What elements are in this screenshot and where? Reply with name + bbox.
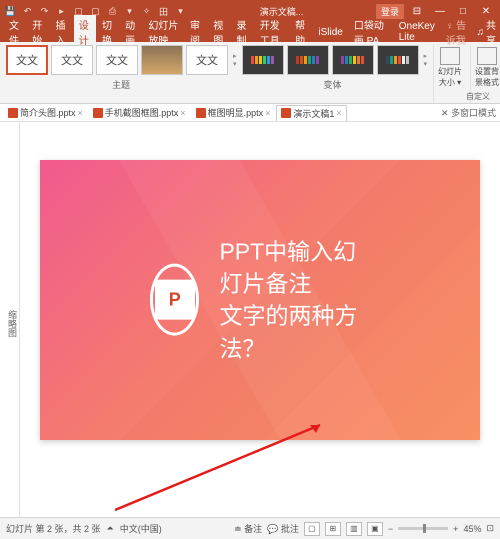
ribbon-design-body: 文文 文文 文文 文文 ▸▾ ▸▾ 主题变体 幻灯片 大小 ▾ 设置背 景格式 … — [0, 42, 500, 104]
theme-thumb[interactable] — [141, 45, 183, 75]
variant-thumb[interactable] — [377, 45, 419, 75]
tab-record[interactable]: 录制 — [231, 15, 253, 49]
tab-help[interactable]: 帮助 — [290, 15, 312, 49]
variants-group-label: 变体 — [236, 78, 429, 91]
share-button[interactable]: ♫ 共享 — [477, 17, 497, 47]
new-icon[interactable]: ▢ — [72, 5, 85, 18]
tab-islide[interactable]: iSlide — [313, 25, 347, 40]
status-bar: 幻灯片 第 2 张，共 2 张 ⏶ 中文(中国) ≐ 备注 💬 批注 ▢ ⊞ ▥… — [0, 517, 500, 539]
notes-button[interactable]: ≐ 备注 — [234, 522, 262, 535]
file-tab[interactable]: 框图明显.pptx × — [192, 105, 275, 121]
open-files-bar: 简介头图.pptx ×手机截图框图.pptx ×框图明显.pptx ×演示文稿1… — [0, 104, 500, 122]
variant-thumb[interactable] — [287, 45, 329, 75]
theme-thumb[interactable]: 文文 — [51, 45, 93, 75]
tab-insert[interactable]: 插入 — [50, 15, 72, 49]
close-file-icon[interactable]: × — [78, 108, 83, 118]
tab-onekey[interactable]: OneKey Lite — [394, 19, 440, 45]
zoom-out-icon[interactable]: − — [388, 524, 393, 534]
themes-more-icon[interactable]: ▸▾ — [231, 52, 239, 68]
tab-koudai[interactable]: 口袋动画 PA — [349, 15, 393, 49]
variants-more-icon[interactable]: ▸▾ — [422, 52, 430, 68]
zoom-in-icon[interactable]: + — [453, 524, 458, 534]
zoom-level[interactable]: 45% — [463, 524, 481, 534]
language-indicator[interactable]: 中文(中国) — [120, 522, 162, 535]
slide[interactable]: P PPT中输入幻灯片备注 文字的两种方法？ — [40, 160, 480, 440]
format-bg-icon[interactable] — [477, 47, 497, 65]
file-tab[interactable]: 演示文稿1 × — [276, 105, 346, 121]
tab-view[interactable]: 视图 — [208, 15, 230, 49]
spellcheck-icon[interactable]: ⏶ — [107, 523, 114, 534]
themes-group-label: 主题 — [6, 78, 236, 91]
variant-thumb[interactable] — [242, 45, 284, 75]
save-icon[interactable]: 💾 — [4, 5, 17, 18]
slide-canvas-area[interactable]: P PPT中输入幻灯片备注 文字的两种方法？ — [20, 122, 500, 517]
normal-view-icon[interactable]: ▢ — [304, 522, 320, 536]
close-file-icon[interactable]: × — [265, 108, 270, 118]
main-editor: 缩略图 P PPT中输入幻灯片备注 文字的两种方法？ — [0, 122, 500, 517]
custom-group-label: 自定义 — [466, 91, 490, 102]
tab-dev[interactable]: 开发工具 — [255, 15, 289, 49]
ppt-file-icon — [196, 108, 206, 118]
ppt-file-icon — [8, 108, 18, 118]
start-icon[interactable]: ▸ — [55, 5, 68, 18]
redo-icon[interactable]: ↷ — [38, 5, 51, 18]
tab-review[interactable]: 审阅 — [185, 15, 207, 49]
sorter-view-icon[interactable]: ⊞ — [325, 522, 341, 536]
file-tab[interactable]: 手机截图框图.pptx × — [89, 105, 190, 121]
tab-transitions[interactable]: 切换 — [97, 15, 119, 49]
reading-view-icon[interactable]: ▥ — [346, 522, 362, 536]
fit-window-icon[interactable]: ⊡ — [486, 523, 494, 534]
slide-counter[interactable]: 幻灯片 第 2 张，共 2 张 — [6, 522, 101, 535]
theme-thumb[interactable]: 文文 — [186, 45, 228, 75]
tool3-icon[interactable]: ▾ — [174, 5, 187, 18]
theme-thumb[interactable]: 文文 — [96, 45, 138, 75]
slide-size-label[interactable]: 幻灯片 大小 ▾ — [438, 66, 462, 88]
multiwindow-toggle[interactable]: ✕ 多窗口模式 — [441, 106, 496, 119]
tab-tellme[interactable]: ♀ 告诉我 — [441, 15, 476, 49]
tab-animations[interactable]: 动画 — [120, 15, 142, 49]
tool-icon[interactable]: ✧ — [140, 5, 153, 18]
tab-file[interactable]: 文件 — [4, 15, 26, 49]
quick-access-toolbar: 💾 ↶ ↷ ▸ ▢ ▢ ⎙ ▾ ✧ 田 ▾ — [4, 5, 187, 18]
slideshow-view-icon[interactable]: ▣ — [367, 522, 383, 536]
more-icon[interactable]: ▾ — [123, 5, 136, 18]
thumbnail-pane-collapsed[interactable]: 缩略图 — [0, 122, 20, 517]
format-bg-label[interactable]: 设置背 景格式 — [475, 66, 499, 88]
file-tab[interactable]: 简介头图.pptx × — [4, 105, 87, 121]
tab-slideshow[interactable]: 幻灯片放映 — [143, 15, 184, 49]
ribbon-tabs: 文件 开始 插入 设计 切换 动画 幻灯片放映 审阅 视图 录制 开发工具 帮助… — [0, 22, 500, 42]
slide-size-icon[interactable] — [440, 47, 460, 65]
comments-button[interactable]: 💬 批注 — [267, 522, 299, 535]
close-file-icon[interactable]: × — [180, 108, 185, 118]
tab-home[interactable]: 开始 — [27, 15, 49, 49]
print-icon[interactable]: ⎙ — [106, 5, 119, 18]
ppt-file-icon — [93, 108, 103, 118]
tool2-icon[interactable]: 田 — [157, 5, 170, 18]
zoom-slider[interactable] — [398, 527, 448, 530]
ribbon-options-icon[interactable]: ⊟ — [407, 6, 427, 17]
close-icon[interactable]: ✕ — [476, 6, 496, 17]
ppt-file-icon — [281, 108, 291, 118]
slide-title-text[interactable]: PPT中输入幻灯片备注 文字的两种方法？ — [219, 236, 370, 365]
open-icon[interactable]: ▢ — [89, 5, 102, 18]
tab-design[interactable]: 设计 — [74, 15, 96, 49]
undo-icon[interactable]: ↶ — [21, 5, 34, 18]
theme-thumb-current[interactable]: 文文 — [6, 45, 48, 75]
variant-thumb[interactable] — [332, 45, 374, 75]
powerpoint-badge-icon: P — [150, 264, 199, 336]
close-file-icon[interactable]: × — [336, 108, 341, 118]
